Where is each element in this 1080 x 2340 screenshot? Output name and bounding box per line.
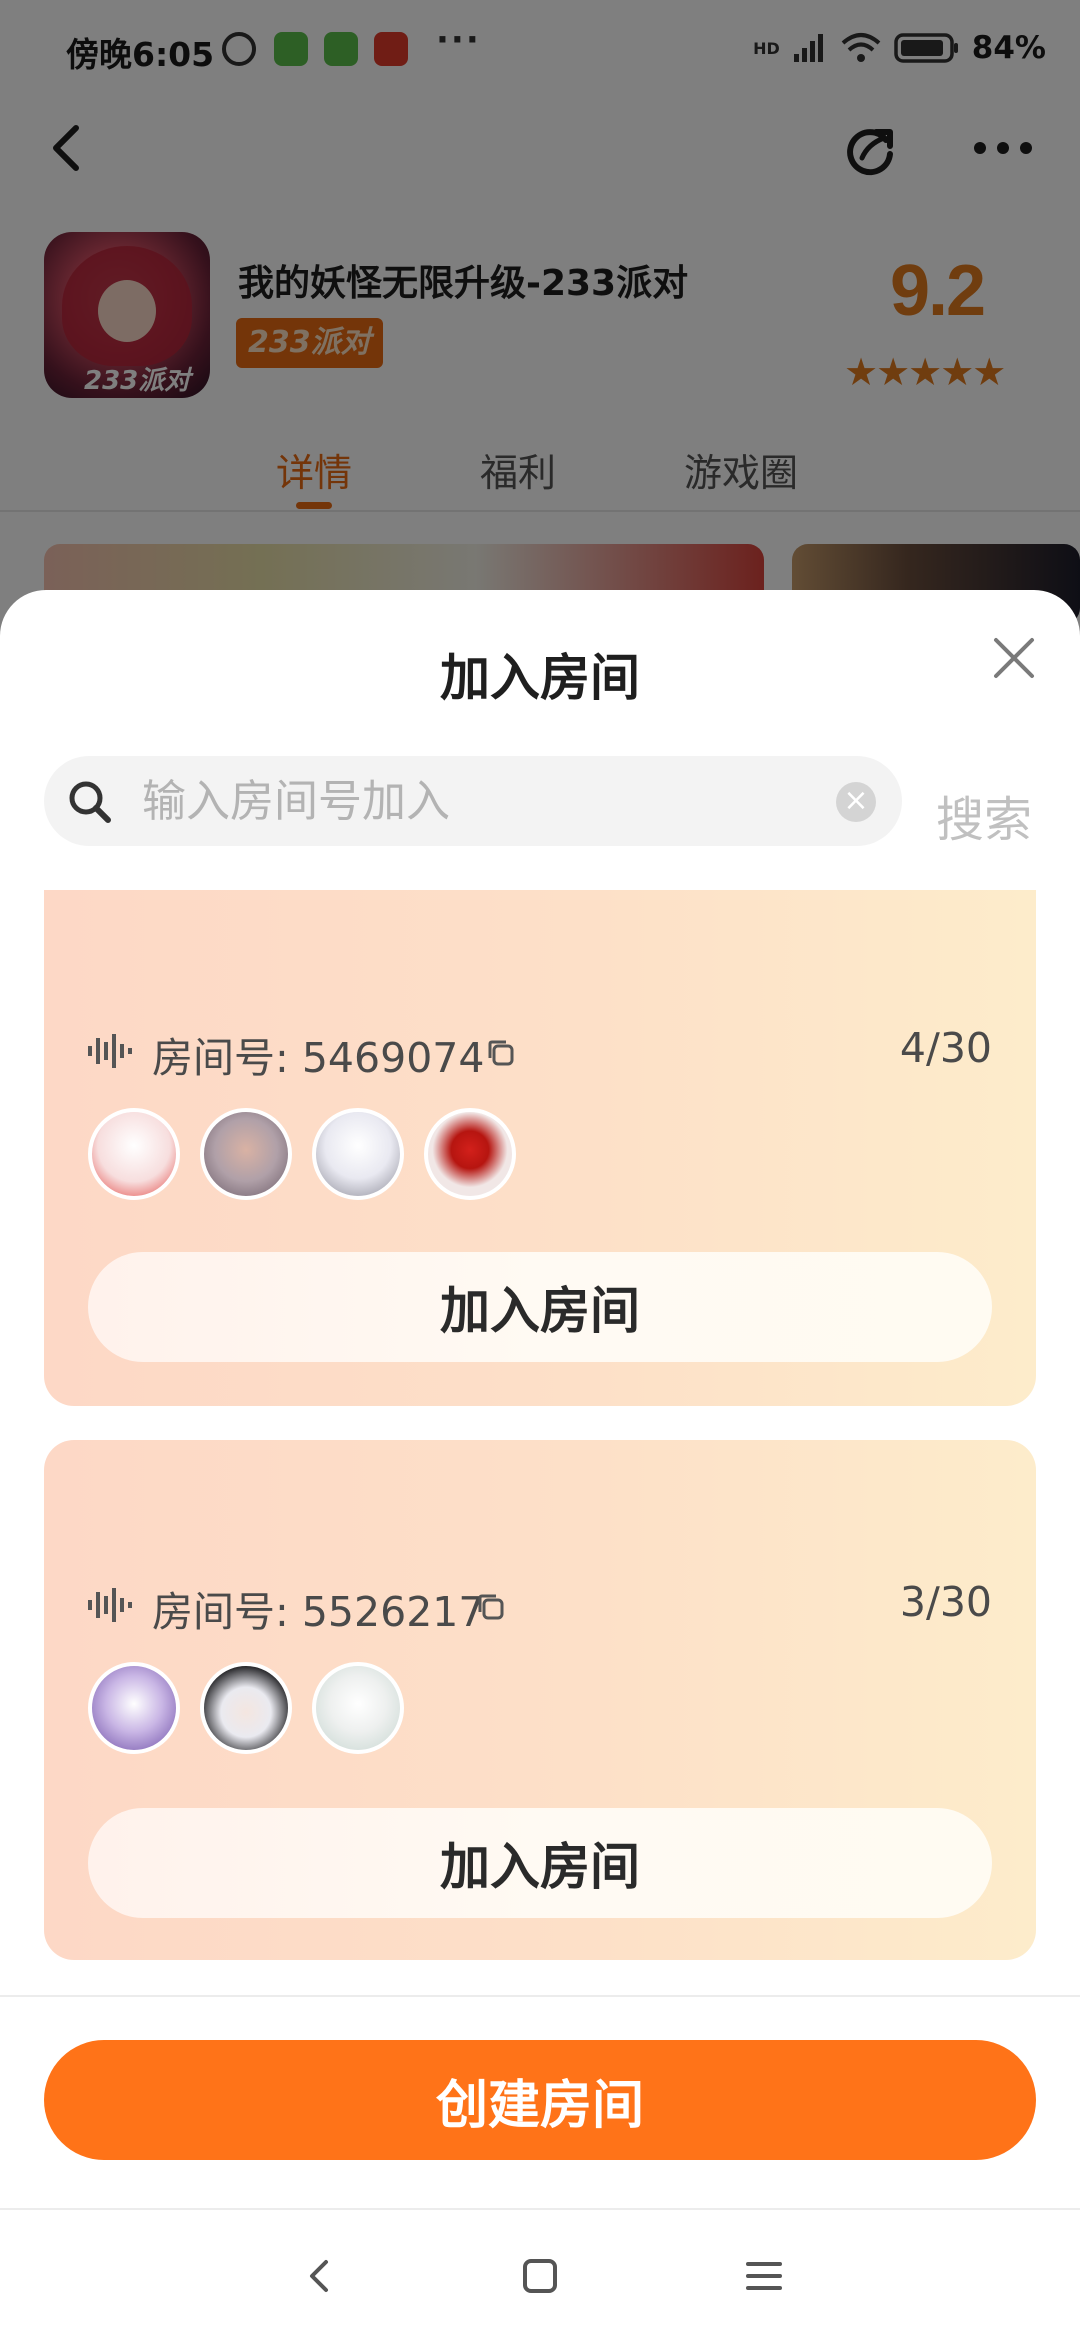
clear-x-glyph: × [843,783,869,818]
room-number-label: 房间号: 5469074 [152,1034,485,1082]
create-room-button[interactable]: 创建房间 [44,2040,1036,2160]
search-button[interactable]: 搜索 [936,780,1032,850]
search-icon [69,781,111,823]
clear-input-icon[interactable]: × [836,782,876,822]
search-box: × [44,756,902,846]
room-card: 房间号: 5469074 4/30 加入房间 [44,890,1036,1406]
room-meta: 房间号: 5469074 4/30 [88,1020,992,1082]
room-member-count: 3/30 [899,1578,992,1626]
room-member-count: 4/30 [899,1024,992,1072]
room-number-input[interactable] [142,766,762,836]
room-card: 房间号: 5526217 3/30 加入房间 [44,1440,1036,1960]
copy-icon[interactable] [486,1038,516,1068]
room-meta: 房间号: 5526217 3/30 [88,1574,992,1636]
room-number-label: 房间号: 5526217 [152,1588,485,1636]
avatar[interactable] [200,1108,292,1200]
avatar[interactable] [312,1662,404,1754]
nav-home-icon[interactable] [510,2246,570,2306]
avatar[interactable] [424,1108,516,1200]
member-avatars [88,1108,688,1202]
nav-menu-icon[interactable] [734,2246,794,2306]
avatar[interactable] [200,1662,292,1754]
close-icon[interactable] [990,634,1038,682]
join-room-button[interactable]: 加入房间 [88,1808,992,1918]
avatar[interactable] [88,1662,180,1754]
avatar[interactable] [88,1108,180,1200]
member-avatars [88,1662,688,1756]
join-room-button[interactable]: 加入房间 [88,1252,992,1362]
copy-icon[interactable] [476,1592,506,1622]
sheet-title: 加入房间 [440,649,640,707]
voice-wave-icon [88,1588,132,1622]
voice-wave-icon [88,1034,132,1068]
system-nav-bar [0,2210,1080,2340]
avatar[interactable] [312,1108,404,1200]
join-room-sheet: 加入房间 × 搜索 房间号: 5469074 4/30 加入房间 房间号: 55… [0,590,1080,2340]
divider [0,1995,1080,1997]
nav-back-icon[interactable] [290,2246,350,2306]
